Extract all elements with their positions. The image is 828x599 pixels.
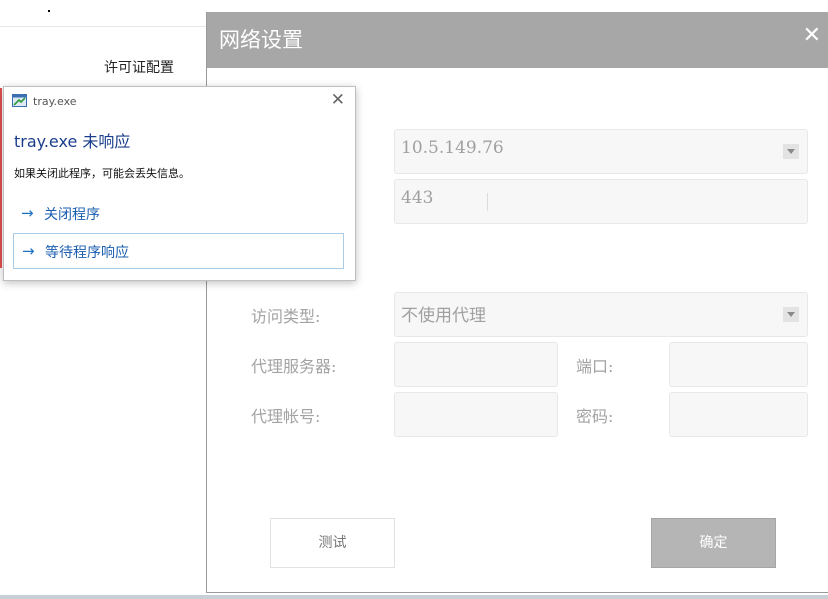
arrow-right-icon: → (21, 204, 34, 222)
dialog-close-icon[interactable]: ✕ (803, 23, 821, 48)
arrow-right-icon: → (22, 242, 35, 260)
close-program-option[interactable]: → 关闭程序 (13, 196, 344, 232)
port-input[interactable]: 443 (394, 179, 808, 224)
proxy-port-input[interactable] (669, 342, 808, 387)
text-cursor (487, 193, 488, 211)
proxy-port-label: 端口: (576, 357, 614, 376)
popup-message: 如果关闭此程序，可能会丢失信息。 (14, 167, 190, 180)
access-type-value: 不使用代理 (401, 306, 486, 326)
background-edge-mark (0, 88, 2, 268)
background-bottom-bar (0, 595, 828, 599)
dialog-title: 网络设置 (219, 28, 303, 52)
license-config-link[interactable]: 许可证配置 (104, 57, 174, 77)
ok-button[interactable]: 确定 (651, 518, 776, 568)
proxy-server-input[interactable] (394, 342, 558, 387)
wait-program-option[interactable]: → 等待程序响应 (13, 233, 344, 269)
password-input[interactable] (669, 392, 808, 437)
proxy-account-label: 代理帐号: (251, 407, 321, 426)
password-label: 密码: (576, 407, 614, 426)
wait-program-label: 等待程序响应 (45, 245, 129, 261)
server-address-value: 10.5.149.76 (401, 138, 504, 158)
popup-heading: tray.exe 未响应 (14, 132, 131, 151)
proxy-account-input[interactable] (394, 392, 558, 437)
background-dot (48, 10, 50, 12)
proxy-server-label: 代理服务器: (251, 357, 337, 376)
access-type-select[interactable]: 不使用代理 (394, 292, 808, 337)
chevron-down-icon[interactable] (783, 144, 799, 159)
test-button[interactable]: 测试 (270, 518, 395, 568)
port-value: 443 (401, 188, 434, 208)
app-window-icon (12, 94, 27, 107)
chevron-down-icon[interactable] (783, 307, 799, 322)
close-program-label: 关闭程序 (44, 207, 100, 223)
access-type-label: 访问类型: (251, 307, 321, 326)
server-address-select[interactable]: 10.5.149.76 (394, 129, 808, 174)
not-responding-dialog: tray.exe ✕ tray.exe 未响应 如果关闭此程序，可能会丢失信息。… (3, 86, 356, 281)
popup-app-name: tray.exe (33, 95, 77, 108)
dialog-header: 网络设置 ✕ (207, 12, 828, 68)
popup-close-icon[interactable]: ✕ (331, 90, 345, 110)
